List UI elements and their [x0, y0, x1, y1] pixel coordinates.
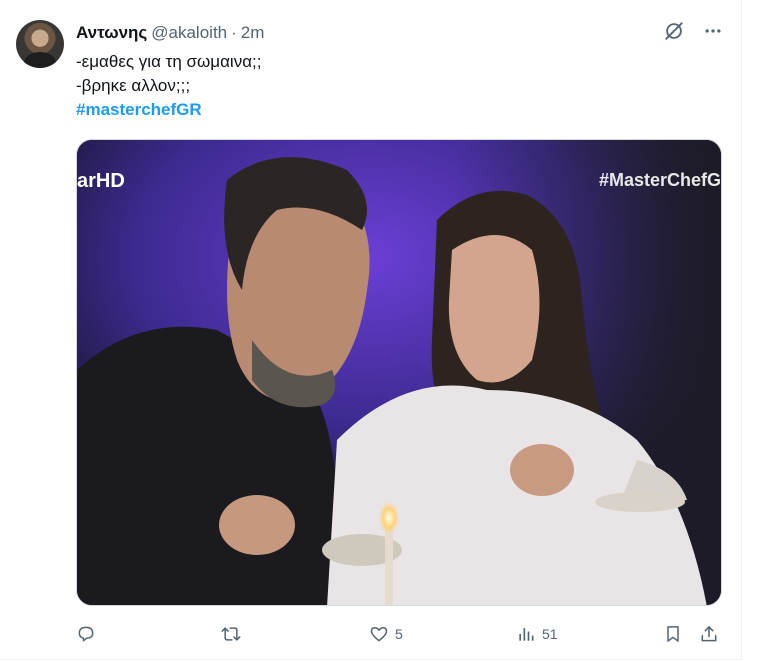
separator: · [231, 23, 237, 42]
views-button[interactable]: 51 [516, 622, 558, 646]
tweet-actions: 5 51 [76, 622, 724, 646]
like-count: 5 [395, 626, 403, 642]
views-icon [516, 624, 536, 644]
share-icon [699, 624, 719, 644]
display-name[interactable]: Αντωνης [76, 23, 147, 42]
views-count: 51 [542, 626, 558, 642]
like-icon [369, 624, 389, 644]
like-button[interactable]: 5 [369, 622, 403, 646]
tweet-text: -εμαθες για τη σωμαινα;; -βρηκε αλλον;;;… [76, 50, 261, 122]
reply-icon [76, 624, 96, 644]
media-scene [77, 140, 721, 605]
bookmark-icon [663, 624, 683, 644]
user-handle[interactable]: @akaloith [151, 23, 227, 42]
tweet[interactable]: Αντωνης @akaloith · 2m -εμαθες για τη σωμαι… [0, 0, 742, 660]
tweet-line-1: -εμαθες για τη σωμαινα;; [76, 52, 262, 71]
timestamp[interactable]: 2m [241, 23, 265, 42]
retweet-button[interactable] [220, 622, 248, 646]
reply-button[interactable] [76, 622, 102, 646]
retweet-icon [220, 624, 242, 644]
tweet-line-2: -βρηκε αλλον;;; [76, 76, 191, 95]
more-icon[interactable] [703, 21, 723, 41]
tweet-media-image[interactable]: arHD #MasterChefG [76, 139, 722, 606]
tweet-header: Αντωνης @akaloith · 2m [76, 23, 264, 43]
share-button[interactable] [699, 622, 719, 646]
channel-logo: arHD [77, 170, 125, 192]
grok-icon[interactable] [663, 20, 685, 42]
avatar[interactable] [16, 20, 64, 68]
show-hashtag-watermark: #MasterChefG [598, 170, 721, 190]
bookmark-button[interactable] [663, 622, 683, 646]
header-actions [663, 20, 723, 42]
hashtag-link[interactable]: #masterchefGR [76, 98, 261, 122]
